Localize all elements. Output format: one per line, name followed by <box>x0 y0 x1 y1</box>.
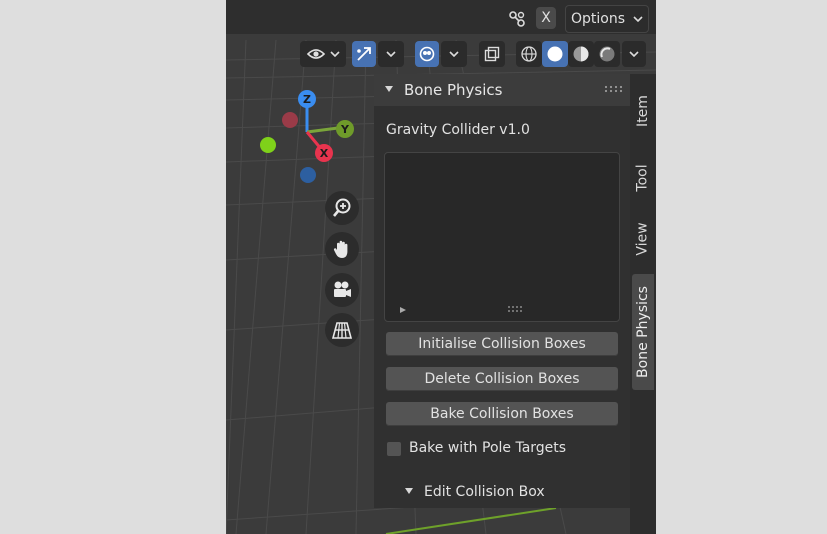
initialise-collision-boxes-button[interactable]: Initialise Collision Boxes <box>386 332 618 356</box>
rendered-sphere-icon <box>599 46 615 62</box>
delete-collision-boxes-button[interactable]: Delete Collision Boxes <box>386 367 618 391</box>
solid-sphere-icon <box>547 46 563 62</box>
zoom-icon <box>332 198 351 217</box>
chevron-down-icon <box>449 51 459 57</box>
collision-box-list[interactable] <box>384 152 620 322</box>
axis-x-ball[interactable]: X <box>315 144 333 162</box>
bake-label: Bake Collision Boxes <box>430 406 574 422</box>
axis-neg-y-ball[interactable] <box>260 137 276 153</box>
options-label: Options <box>570 11 626 27</box>
panel-header[interactable]: Bone Physics <box>374 74 630 106</box>
edit-collision-box-header[interactable]: Edit Collision Box <box>424 484 545 500</box>
subpanel-collapse-icon[interactable] <box>404 486 414 496</box>
grid-perspective-icon <box>331 322 353 339</box>
overlay-dropdown[interactable] <box>441 41 467 67</box>
zoom-button[interactable] <box>325 191 359 225</box>
shading-solid-button[interactable] <box>542 41 568 67</box>
tab-view[interactable]: View <box>632 206 654 272</box>
shading-rendered-button[interactable] <box>594 41 620 67</box>
axis-neg-x-ball[interactable] <box>282 112 298 128</box>
hand-icon <box>333 240 348 258</box>
left-margin <box>0 0 226 534</box>
tab-bone-physics-label: Bone Physics <box>635 286 652 378</box>
tab-bone-physics[interactable]: Bone Physics <box>632 274 654 390</box>
xray-icon <box>484 46 500 62</box>
sidebar-tabs: Item Tool View Bone Physics <box>630 74 656 534</box>
bake-with-pole-targets-label: Bake with Pole Targets <box>409 440 567 456</box>
drag-handle-icon[interactable] <box>604 85 624 93</box>
shading-material-button[interactable] <box>568 41 594 67</box>
expand-triangle-icon[interactable] <box>399 306 407 314</box>
perspective-toggle-button[interactable] <box>325 313 359 347</box>
close-x-button[interactable]: X <box>536 7 556 29</box>
tab-tool[interactable]: Tool <box>632 146 654 210</box>
panel-title: Bone Physics <box>404 81 503 99</box>
tab-item-label: Item <box>635 95 651 127</box>
sidebar-panel: Bone Physics Gravity Collider v1.0 Initi… <box>374 74 630 508</box>
camera-icon <box>334 281 351 297</box>
tab-view-label: View <box>635 222 652 256</box>
shading-wireframe-button[interactable] <box>516 41 542 67</box>
xray-toggle-button[interactable] <box>479 41 505 67</box>
axis-x-label: X <box>319 146 329 160</box>
axis-y-label: Y <box>341 122 349 136</box>
wireframe-sphere-icon <box>521 46 537 62</box>
camera-view-button[interactable] <box>325 273 359 307</box>
tab-item[interactable]: Item <box>632 80 654 142</box>
pan-button[interactable] <box>325 232 359 266</box>
initialise-label: Initialise Collision Boxes <box>418 336 586 352</box>
chevron-down-icon <box>629 51 639 57</box>
armature-icon[interactable] <box>504 8 530 30</box>
delete-label: Delete Collision Boxes <box>424 371 580 387</box>
resize-handle-icon[interactable] <box>507 305 523 313</box>
bake-with-pole-targets-checkbox[interactable] <box>387 442 401 456</box>
axis-y-ball[interactable]: Y <box>336 120 354 138</box>
addon-title: Gravity Collider v1.0 <box>386 122 530 138</box>
axis-z-label: Z <box>303 92 311 106</box>
collapse-triangle-icon <box>385 86 393 92</box>
options-dropdown[interactable]: Options <box>565 5 649 33</box>
bake-collision-boxes-button[interactable]: Bake Collision Boxes <box>386 402 618 426</box>
material-sphere-icon <box>573 46 589 62</box>
tab-tool-label: Tool <box>635 164 652 192</box>
chevron-down-icon <box>633 16 643 22</box>
shading-dropdown[interactable] <box>622 41 646 67</box>
axis-neg-z-ball[interactable] <box>300 167 316 183</box>
close-x-label: X <box>541 10 551 26</box>
right-margin <box>656 0 827 534</box>
axis-z-ball[interactable]: Z <box>298 90 316 108</box>
